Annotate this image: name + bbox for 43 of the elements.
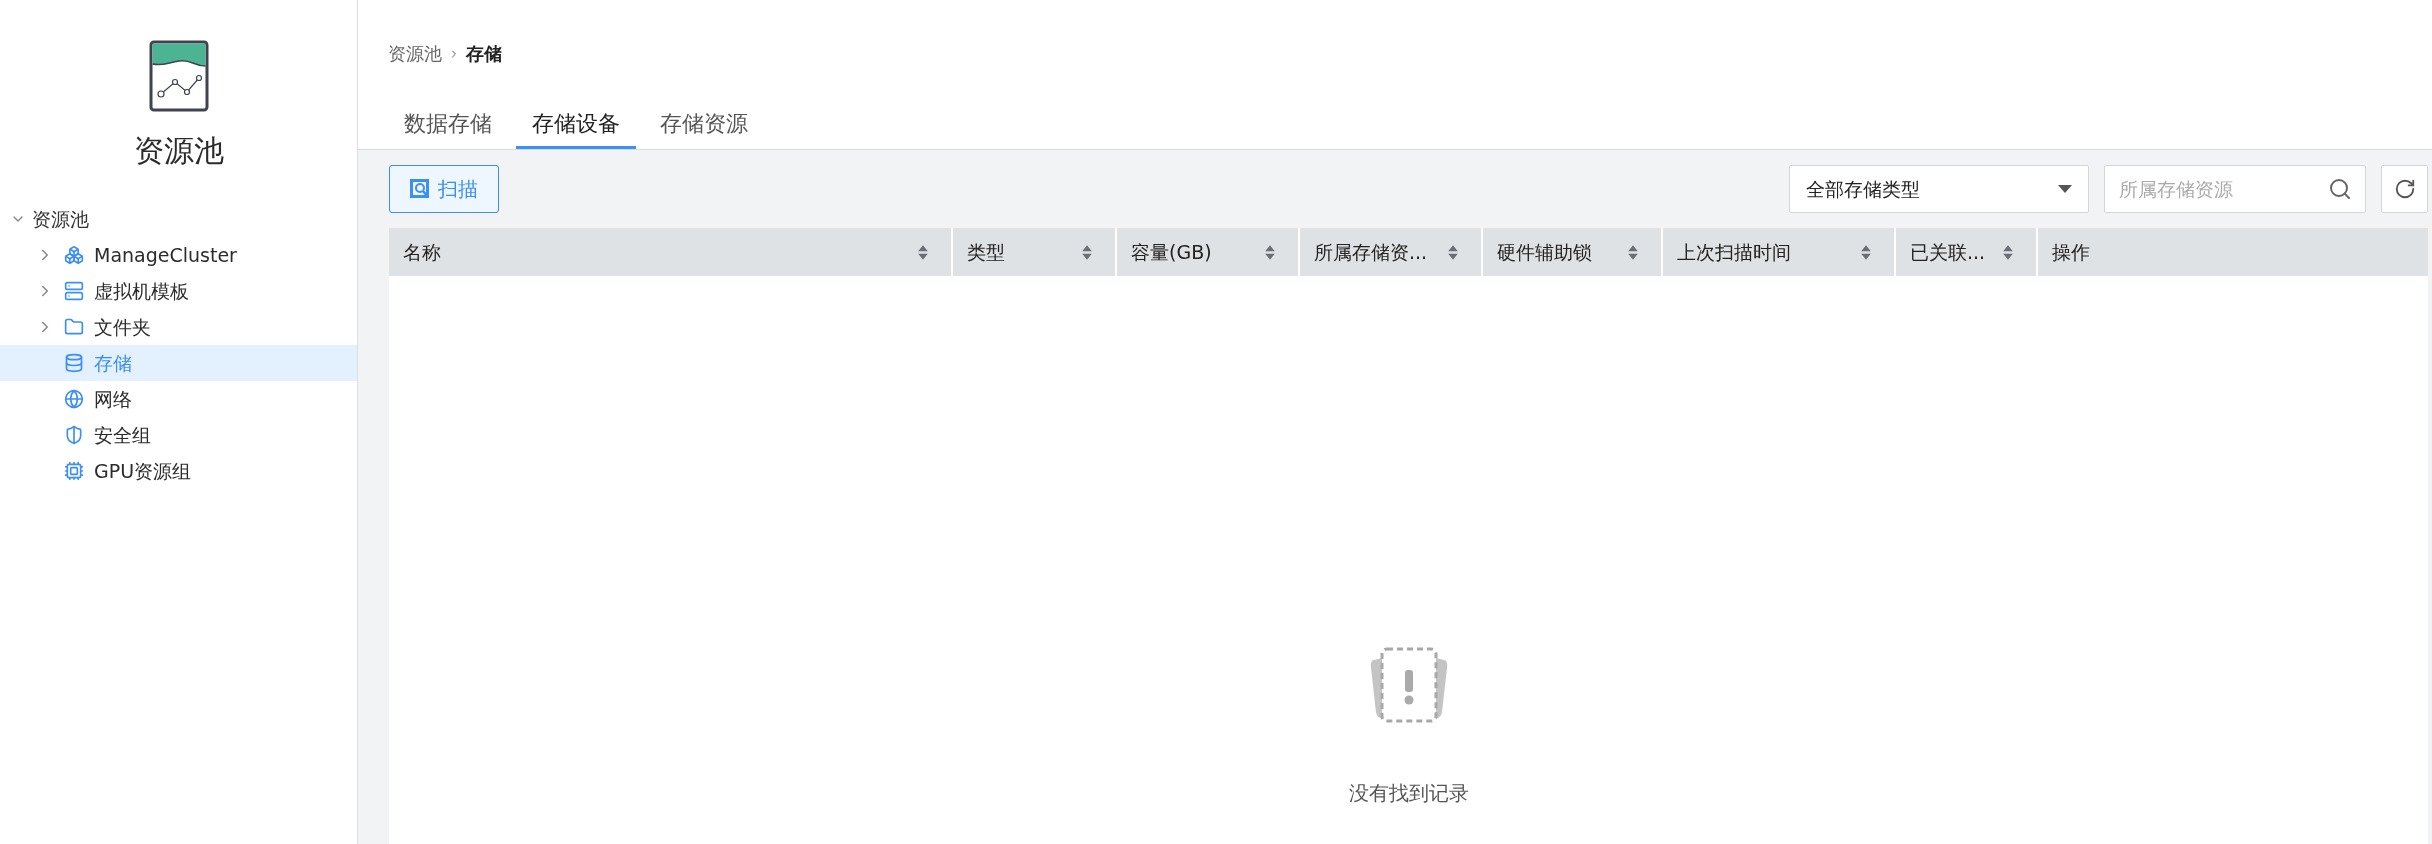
column-header[interactable]: 硬件辅助锁 [1481,228,1661,276]
refresh-button[interactable] [2381,165,2428,213]
tree-item[interactable]: ManageCluster [0,237,357,273]
sort-icon[interactable] [1081,243,1093,261]
column-header[interactable]: 容量(GB) [1115,228,1298,276]
tree-item[interactable]: 安全组 [0,417,357,453]
dropdown-caret-icon [2058,185,2072,193]
column-header[interactable]: 所属存储资... [1298,228,1481,276]
chip-icon [64,461,84,481]
column-header[interactable]: 名称 [389,228,951,276]
scan-icon [410,179,430,199]
refresh-icon [2393,178,2416,200]
storage-type-select[interactable]: 全部存储类型 [1789,165,2089,213]
shield-icon [64,425,84,445]
search-field[interactable]: 所属存储资源 [2104,165,2366,213]
breadcrumb-link[interactable]: 资源池 [388,40,442,67]
search-icon[interactable] [2328,177,2352,201]
tree-item[interactable]: 资源池 [0,201,357,237]
empty-message: 没有找到记录 [1348,780,1469,807]
tree-item[interactable]: 网络 [0,381,357,417]
tree-item[interactable]: 文件夹 [0,309,357,345]
column-header[interactable]: 操作 [2036,228,2428,276]
sort-icon[interactable] [2002,243,2014,261]
tab[interactable]: 数据存储 [388,103,508,149]
database-icon [64,353,84,373]
cluster-icon [64,245,84,265]
tab[interactable]: 存储资源 [644,103,764,149]
sort-icon[interactable] [1627,243,1639,261]
resource-pool-logo-icon [148,40,209,112]
globe-icon [64,389,84,409]
folder-icon [64,317,84,337]
column-header[interactable]: 类型 [951,228,1115,276]
tree-item[interactable]: GPU资源组 [0,453,357,489]
sidebar-title: 资源池 [133,132,224,170]
template-icon [64,281,84,301]
breadcrumb-current: 存储 [466,42,502,66]
column-header[interactable]: 上次扫描时间 [1661,228,1894,276]
column-header[interactable]: 已关联... [1894,228,2036,276]
tree-item[interactable]: 虚拟机模板 [0,273,357,309]
sort-icon[interactable] [917,243,929,261]
sort-icon[interactable] [1264,243,1276,261]
sort-icon[interactable] [1860,243,1872,261]
sort-icon[interactable] [1447,243,1459,261]
